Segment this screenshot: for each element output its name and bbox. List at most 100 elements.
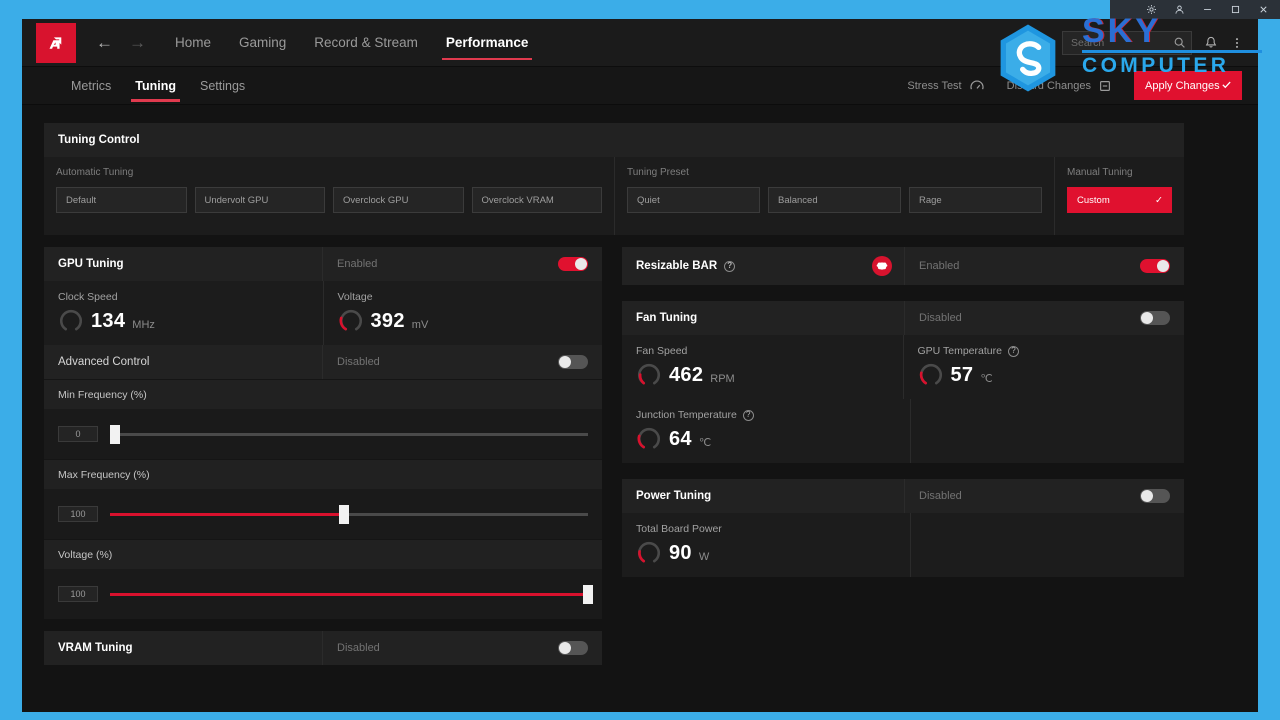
gpu-tuning-toggle[interactable]: [558, 257, 588, 271]
voltage-percent-value[interactable]: 100: [58, 586, 98, 602]
gpu-temperature-label-group: GPU Temperature ?: [918, 345, 1185, 357]
auto-tuning-undervolt-gpu-button[interactable]: Undervolt GPU: [194, 187, 325, 213]
tab-settings[interactable]: Settings: [199, 69, 246, 103]
search-input[interactable]: [1063, 31, 1191, 54]
junction-temperature-label: Junction Temperature: [636, 409, 737, 421]
manual-tuning-custom-button[interactable]: Custom ✓: [1067, 187, 1172, 213]
gauge-icon: [969, 78, 985, 94]
settings-icon[interactable]: [1144, 3, 1158, 17]
stress-test-button[interactable]: Stress Test: [907, 78, 984, 94]
max-frequency-label: Max Frequency (%): [44, 459, 602, 489]
advanced-control-toggle[interactable]: [558, 355, 588, 369]
min-frequency-track[interactable]: [109, 424, 588, 444]
total-board-power-unit: W: [698, 551, 710, 563]
automatic-tuning-label: Automatic Tuning: [56, 167, 134, 178]
junction-temperature-value: 64: [669, 427, 692, 450]
junction-temperature-gauge-icon: [637, 427, 661, 449]
back-arrow-icon[interactable]: ←: [96, 34, 113, 51]
voltage-value: 392: [370, 309, 405, 332]
nav-item-record-stream[interactable]: Record & Stream: [313, 22, 419, 63]
gpu-tuning-card: GPU Tuning Enabled Clock Speed 134 MHz V…: [44, 247, 602, 619]
manual-tuning-group: Manual Tuning Custom ✓: [1054, 157, 1184, 235]
fan-tuning-toggle[interactable]: [1140, 311, 1170, 325]
screen-root: ← → Home Gaming Record & Stream Performa…: [0, 0, 1280, 720]
auto-tuning-overclock-vram-button[interactable]: Overclock VRAM: [471, 187, 602, 213]
main-nav: Home Gaming Record & Stream Performance: [174, 22, 532, 63]
fan-speed-label: Fan Speed: [636, 345, 688, 357]
junction-temperature-label-group: Junction Temperature ?: [636, 409, 910, 421]
clock-speed-unit: MHz: [132, 319, 155, 331]
preset-quiet-button[interactable]: Quiet: [627, 187, 760, 213]
tuning-columns: GPU Tuning Enabled Clock Speed 134 MHz V…: [44, 247, 1236, 665]
amd-logo-icon[interactable]: [36, 22, 76, 63]
min-frequency-value[interactable]: 0: [58, 426, 98, 442]
nav-item-performance[interactable]: Performance: [441, 22, 532, 63]
tab-metrics[interactable]: Metrics: [70, 69, 112, 103]
nav-item-home[interactable]: Home: [174, 22, 212, 63]
advanced-control-header: Advanced Control Disabled: [44, 345, 602, 379]
max-frequency-value[interactable]: 100: [58, 506, 98, 522]
gpu-temperature-label: GPU Temperature: [917, 345, 1002, 357]
search-icon[interactable]: [1173, 36, 1186, 54]
gpu-temperature-value: 57: [950, 363, 974, 386]
forward-arrow-icon[interactable]: →: [129, 34, 146, 51]
info-icon[interactable]: ?: [742, 409, 754, 421]
fan-tuning-header: Fan Tuning Disabled: [622, 301, 1184, 335]
voltage-percent-track[interactable]: [110, 584, 593, 604]
vram-tuning-toggle[interactable]: [558, 641, 588, 655]
gpu-tuning-header: GPU Tuning Enabled: [44, 247, 602, 281]
clock-speed-label: Clock Speed: [58, 291, 118, 303]
max-frequency-track[interactable]: [110, 504, 588, 524]
discard-changes-label: Discard Changes: [1006, 79, 1091, 92]
resizable-bar-toggle[interactable]: [1140, 259, 1170, 273]
voltage-gauge-icon: [338, 309, 362, 331]
right-column: Resizable BAR ? Enabled Fan Tuning Disab…: [622, 247, 1184, 665]
voltage-percent-label: Voltage (%): [44, 539, 602, 569]
power-tuning-state: Disabled: [904, 479, 1184, 513]
search-box[interactable]: [1062, 30, 1192, 55]
discard-changes-button[interactable]: Discard Changes: [1007, 79, 1112, 93]
maximize-icon[interactable]: [1228, 3, 1242, 17]
bell-icon[interactable]: [1204, 36, 1218, 50]
close-icon[interactable]: [1256, 3, 1270, 17]
tuning-actions: Stress Test Discard Changes Apply Change…: [907, 71, 1258, 100]
performance-tabs: Metrics Tuning Settings: [70, 69, 246, 103]
automatic-tuning-group: Automatic Tuning Default Undervolt GPU O…: [44, 157, 614, 235]
preset-rage-button[interactable]: Rage: [909, 187, 1042, 213]
fan-speed-value: 462: [669, 363, 704, 386]
fan-tuning-title: Fan Tuning: [636, 312, 698, 324]
min-frequency-handle[interactable]: [109, 424, 120, 444]
fan-speed-gauge-icon: [637, 363, 661, 385]
voltage-unit: mV: [411, 319, 429, 331]
info-icon[interactable]: ?: [1007, 345, 1019, 357]
left-column: GPU Tuning Enabled Clock Speed 134 MHz V…: [44, 247, 602, 665]
gpu-tuning-title: GPU Tuning: [58, 258, 124, 270]
info-icon[interactable]: ?: [724, 260, 736, 272]
advanced-control-state: Disabled: [322, 345, 602, 379]
apply-changes-button[interactable]: Apply Changes: [1134, 71, 1242, 100]
fan-tuning-card: Fan Tuning Disabled Fan Speed 462 RPM GP…: [622, 301, 1184, 463]
max-frequency-handle[interactable]: [339, 504, 350, 524]
auto-tuning-default-button[interactable]: Default: [56, 187, 187, 213]
power-metrics-empty-cell: [909, 513, 1185, 577]
vram-tuning-state-label: Disabled: [337, 642, 380, 654]
min-frequency-label: Min Frequency (%): [44, 379, 602, 409]
voltage-percent-slider-row: 100: [44, 569, 602, 619]
fan-tuning-state-label: Disabled: [919, 312, 962, 324]
sub-navigation-bar: Metrics Tuning Settings Stress Test Disc…: [22, 67, 1258, 105]
preset-balanced-button[interactable]: Balanced: [768, 187, 901, 213]
power-tuning-state-label: Disabled: [919, 490, 962, 502]
resizable-bar-card: Resizable BAR ? Enabled: [622, 247, 1184, 285]
junction-temperature-unit: ℃: [698, 437, 712, 449]
vram-tuning-card: VRAM Tuning Disabled: [44, 631, 602, 665]
tab-tuning[interactable]: Tuning: [131, 69, 180, 103]
voltage-percent-handle[interactable]: [583, 584, 593, 604]
power-tuning-toggle[interactable]: [1140, 489, 1170, 503]
minimize-icon[interactable]: [1200, 3, 1214, 17]
auto-tuning-overclock-gpu-button[interactable]: Overclock GPU: [333, 187, 464, 213]
fan-metrics-row-2: Junction Temperature ? 64 ℃: [622, 399, 1184, 463]
more-icon[interactable]: [1230, 36, 1244, 50]
gpu-temperature-unit: ℃: [980, 373, 993, 385]
user-icon[interactable]: [1172, 3, 1186, 17]
nav-item-gaming[interactable]: Gaming: [238, 22, 287, 63]
